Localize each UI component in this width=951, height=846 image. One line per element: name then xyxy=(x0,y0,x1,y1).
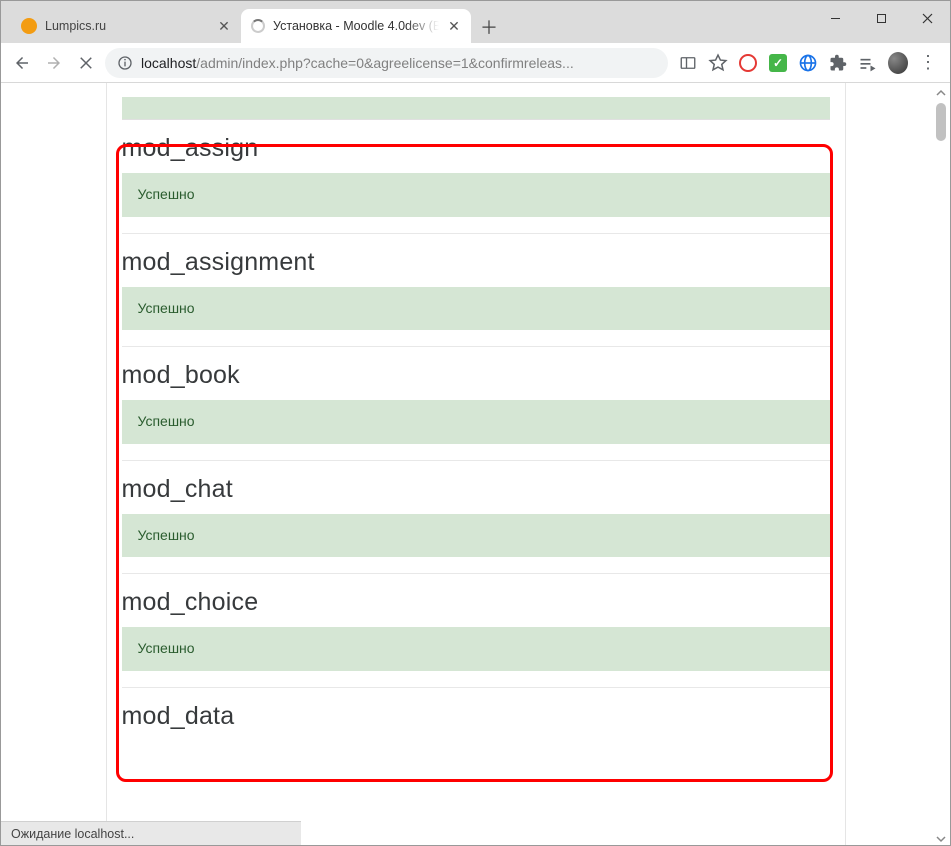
close-icon[interactable]: ✕ xyxy=(217,19,231,33)
site-info-icon[interactable] xyxy=(117,55,133,71)
tab-label: Установка - Moodle 4.0dev (Buil xyxy=(273,19,439,33)
extensions-button-icon[interactable] xyxy=(828,53,848,73)
back-button[interactable] xyxy=(9,50,35,76)
scroll-up-icon[interactable] xyxy=(934,85,948,101)
module-block: mod_book Успешно xyxy=(122,347,830,461)
status-text: Успешно xyxy=(138,526,814,546)
tab-lumpics[interactable]: Lumpics.ru ✕ xyxy=(11,9,241,43)
tab-label: Lumpics.ru xyxy=(45,19,209,33)
status-text: Успешно xyxy=(138,639,814,659)
module-block: mod_choice Успешно xyxy=(122,574,830,688)
bookmark-star-icon[interactable] xyxy=(708,53,728,73)
loading-spinner-icon xyxy=(251,19,265,33)
forward-button[interactable] xyxy=(41,50,67,76)
close-window-button[interactable] xyxy=(904,1,950,35)
module-title: mod_data xyxy=(122,702,830,731)
titlebar: Lumpics.ru ✕ Установка - Moodle 4.0dev (… xyxy=(1,1,950,43)
module-title: mod_chat xyxy=(122,475,830,504)
status-success: Успешно xyxy=(122,400,830,444)
page-viewport: mod_assign Успешно mod_assignment Успешн… xyxy=(1,83,950,845)
toolbar: localhost/admin/index.php?cache=0&agreel… xyxy=(1,43,950,83)
address-bar[interactable]: localhost/admin/index.php?cache=0&agreel… xyxy=(105,48,668,78)
module-title: mod_book xyxy=(122,361,830,390)
tab-moodle-install[interactable]: Установка - Moodle 4.0dev (Buil ✕ xyxy=(241,9,471,43)
minimize-button[interactable] xyxy=(812,1,858,35)
module-title: mod_choice xyxy=(122,588,830,617)
ext-red-circle-icon[interactable] xyxy=(738,53,758,73)
browser-statusbar: Ожидание localhost... xyxy=(1,821,301,845)
status-success: Успешно xyxy=(122,173,830,217)
module-block: mod_assign Успешно xyxy=(122,120,830,234)
reader-mode-icon[interactable] xyxy=(678,53,698,73)
module-block: mod_assignment Успешно xyxy=(122,234,830,348)
favicon-lumpics-icon xyxy=(21,18,37,34)
browser-tabs: Lumpics.ru ✕ Установка - Moodle 4.0dev (… xyxy=(1,1,812,43)
status-text: Успешно xyxy=(138,412,814,432)
status-text: Успешно xyxy=(138,185,814,205)
maximize-button[interactable] xyxy=(858,1,904,35)
vertical-scrollbar[interactable] xyxy=(934,85,948,845)
window-controls xyxy=(812,1,950,43)
status-text: Успешно xyxy=(138,299,814,319)
scroll-down-icon[interactable] xyxy=(934,831,948,845)
status-success: Успешно xyxy=(122,287,830,331)
scroll-thumb[interactable] xyxy=(936,103,946,141)
status-success: Успешно xyxy=(122,627,830,671)
new-tab-button[interactable]: ＋ xyxy=(475,13,503,41)
menu-button[interactable]: ⋮ xyxy=(918,53,938,73)
extensions-area: ✓ ⋮ xyxy=(674,53,942,73)
url-text: localhost/admin/index.php?cache=0&agreel… xyxy=(141,55,574,71)
close-icon[interactable]: ✕ xyxy=(447,19,461,33)
modules-list: mod_assign Успешно mod_assignment Успешн… xyxy=(107,120,845,757)
module-title: mod_assign xyxy=(122,134,830,163)
ext-green-check-icon[interactable]: ✓ xyxy=(768,53,788,73)
module-block: mod_chat Успешно xyxy=(122,461,830,575)
media-control-icon[interactable] xyxy=(858,53,878,73)
status-success: Успешно xyxy=(122,514,830,558)
statusbar-text: Ожидание localhost... xyxy=(11,827,134,841)
profile-avatar[interactable] xyxy=(888,53,908,73)
module-block: mod_data xyxy=(122,688,830,757)
stop-button[interactable] xyxy=(73,50,99,76)
prev-status-remnant xyxy=(122,97,830,120)
module-title: mod_assignment xyxy=(122,248,830,277)
ext-globe-icon[interactable] xyxy=(798,53,818,73)
page-content: mod_assign Успешно mod_assignment Успешн… xyxy=(106,83,846,845)
